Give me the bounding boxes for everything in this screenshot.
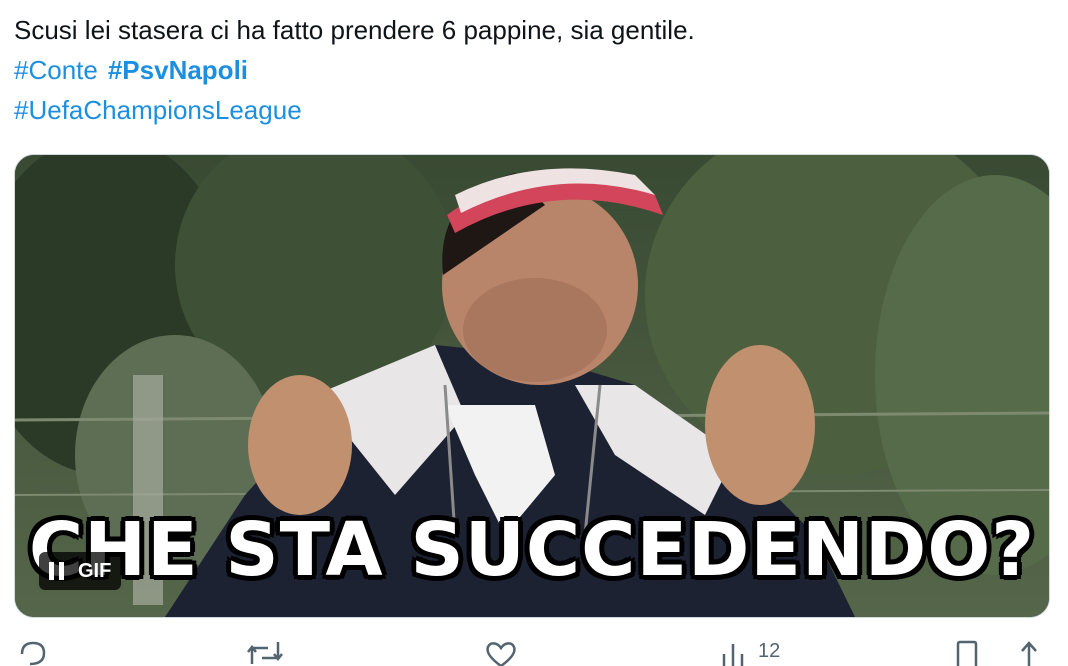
like-button[interactable] <box>484 640 518 666</box>
gif-media[interactable]: CHE STA SUCCEDENDO? GIF <box>14 154 1050 618</box>
views-button[interactable]: 12 <box>720 640 780 666</box>
retweet-button[interactable] <box>246 640 284 666</box>
gif-caption: CHE STA SUCCEDENDO? <box>28 507 1036 593</box>
tweet-body: Scusi lei stasera ci ha fatto prendere 6… <box>14 15 695 45</box>
reply-icon <box>20 641 46 666</box>
retweet-icon <box>247 642 283 664</box>
share-button[interactable] <box>1014 640 1044 666</box>
bookmark-button[interactable] <box>954 640 980 666</box>
pause-icon[interactable] <box>49 562 64 580</box>
gif-controls: GIF <box>39 552 122 590</box>
share-icon <box>1021 641 1037 666</box>
reply-button[interactable] <box>18 640 48 666</box>
heart-icon <box>486 642 516 666</box>
hashtag-conte[interactable]: #Conte <box>14 55 98 85</box>
gif-badge: GIF <box>78 559 112 582</box>
analytics-icon <box>722 644 744 666</box>
bookmark-icon <box>956 640 978 666</box>
views-count: 12 <box>758 640 781 662</box>
hashtag-uefachampionsleague[interactable]: #UefaChampionsLeague <box>14 95 302 125</box>
hashtag-psvnapoli[interactable]: #PsvNapoli <box>108 55 248 85</box>
tweet-actions: 12 <box>0 640 1068 666</box>
tweet-text: Scusi lei stasera ci ha fatto prendere 6… <box>14 10 1054 130</box>
